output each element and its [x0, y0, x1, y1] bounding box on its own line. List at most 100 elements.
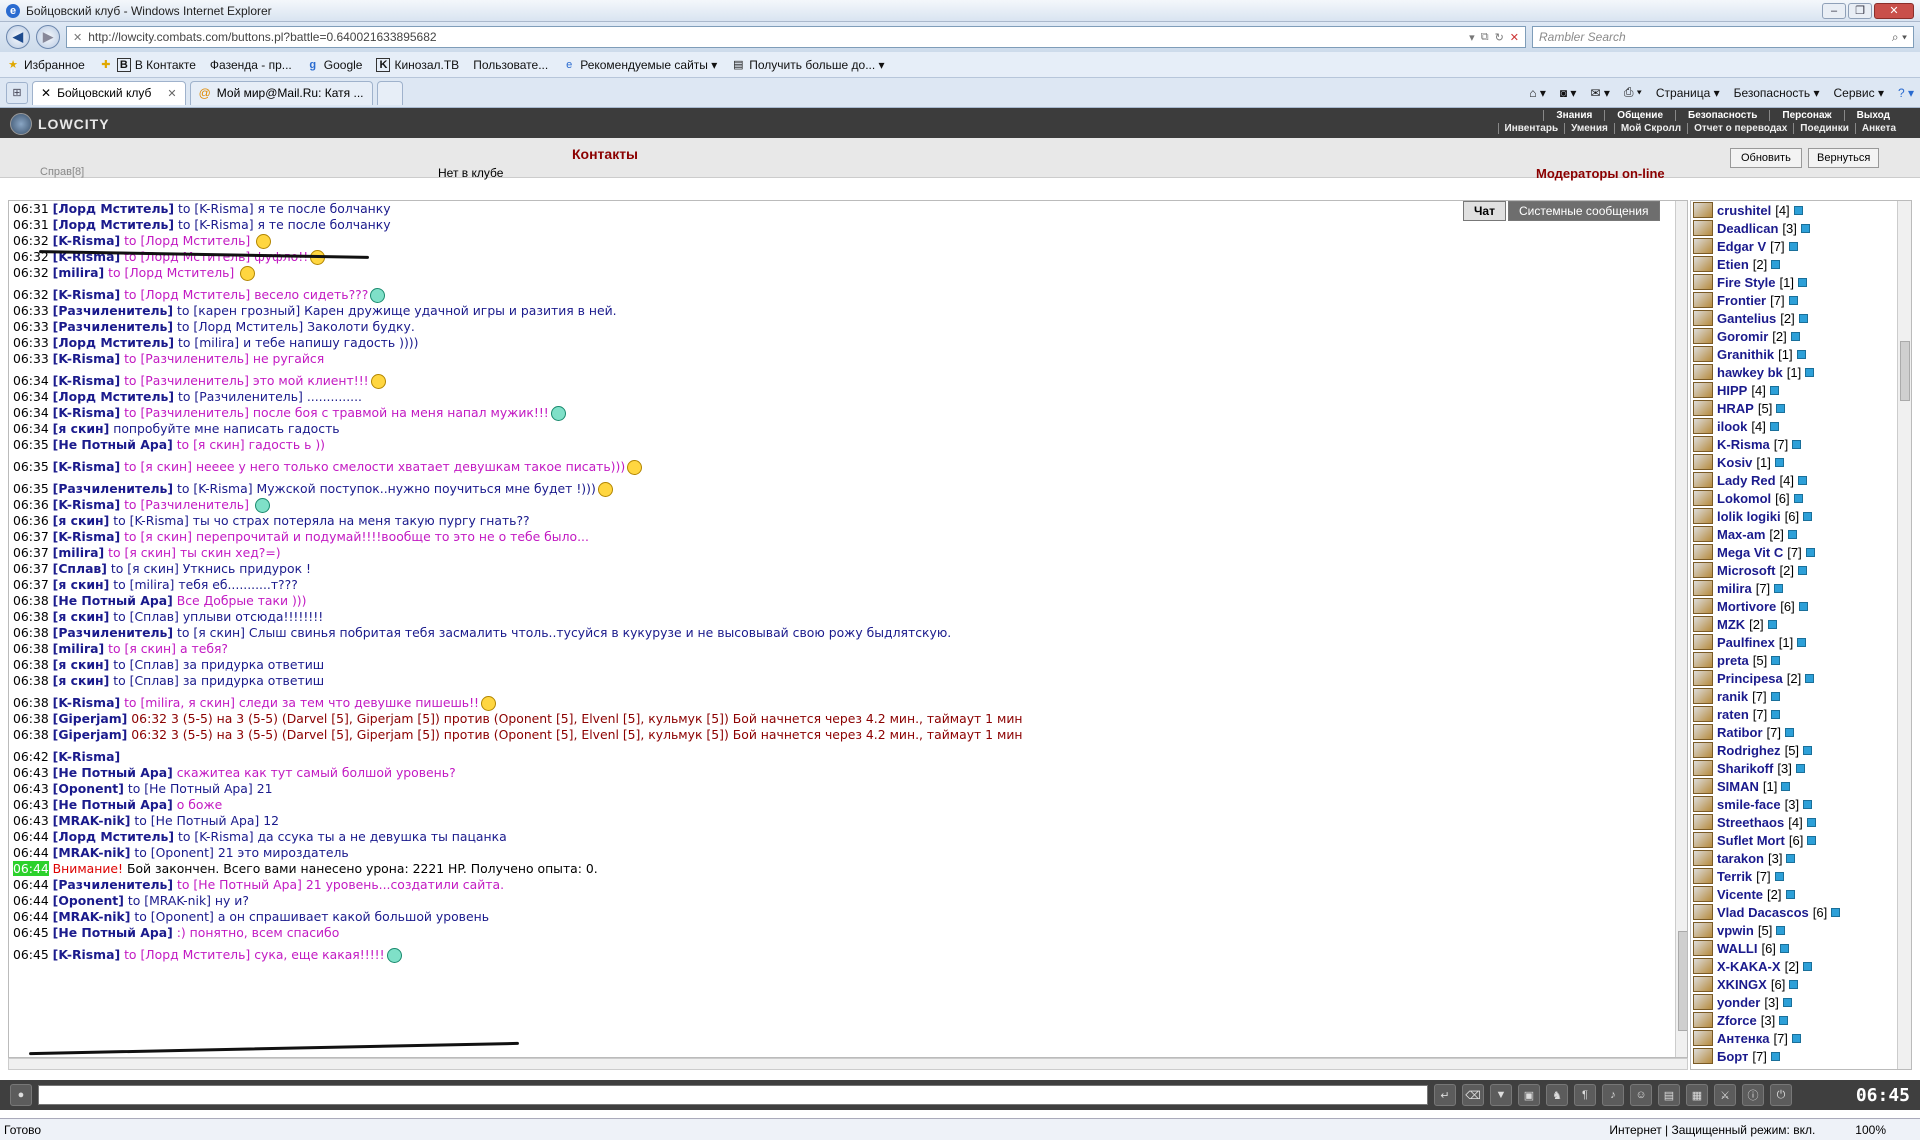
nick-text[interactable]: я скин — [58, 673, 103, 688]
user-info-icon[interactable] — [1789, 979, 1799, 989]
message-recipient[interactable]: [milira] — [194, 335, 239, 350]
nick-text[interactable]: K-Risma — [58, 405, 114, 420]
fighter-icon[interactable]: ♞ — [1546, 1084, 1568, 1106]
message-recipient[interactable]: [я скин] — [140, 529, 192, 544]
page-menu[interactable]: Страница ▾ — [1656, 86, 1720, 100]
message-nick[interactable]: [Лорд Мститель] — [53, 335, 174, 350]
nick-text[interactable]: MRAK-nik — [58, 909, 124, 924]
user-info-icon[interactable] — [1803, 511, 1813, 521]
online-user[interactable]: Granithik [1] — [1691, 345, 1891, 363]
message-nick[interactable]: [Giperjam] — [53, 711, 128, 726]
message-nick[interactable]: [K-Risma] — [53, 287, 120, 302]
nick-text[interactable]: K-Risma — [58, 695, 114, 710]
inventory-icon[interactable]: ▦ — [1686, 1084, 1708, 1106]
chat-scroll-thumb[interactable] — [1678, 931, 1687, 1031]
online-user[interactable]: Max-am [2] — [1691, 525, 1891, 543]
user-name[interactable]: preta — [1717, 653, 1749, 668]
message-recipient[interactable]: [Разчиленитель] — [140, 373, 248, 388]
message-nick[interactable]: [я скин] — [53, 421, 110, 436]
online-user[interactable]: Principesa [2] — [1691, 669, 1891, 687]
search-input[interactable]: Rambler Search ⌕ ▾ — [1532, 26, 1914, 48]
user-name[interactable]: Gantelius — [1717, 311, 1776, 326]
fav-item-recommended[interactable]: e Рекомендуемые сайты ▾ — [562, 58, 717, 72]
message-nick[interactable]: [Разчиленитель] — [53, 303, 173, 318]
user-info-icon[interactable] — [1803, 799, 1813, 809]
online-user[interactable]: Антенка [7] — [1691, 1029, 1891, 1047]
feeds-icon[interactable]: ◙ ▾ — [1560, 86, 1577, 100]
message-nick[interactable]: [я скин] — [53, 577, 110, 592]
user-info-icon[interactable] — [1807, 835, 1817, 845]
user-info-icon[interactable] — [1779, 1015, 1789, 1025]
url-text[interactable]: http://lowcity.combats.com/buttons.pl?ba… — [88, 30, 1463, 44]
nick-text[interactable]: K-Risma — [58, 459, 114, 474]
battle-icon[interactable]: ⚔ — [1714, 1084, 1736, 1106]
online-user[interactable]: Frontier [7] — [1691, 291, 1891, 309]
user-info-icon[interactable] — [1806, 817, 1816, 827]
message-nick[interactable]: [Oponent] — [53, 781, 124, 796]
message-nick[interactable]: [milira] — [53, 265, 104, 280]
online-user[interactable]: Goromir [2] — [1691, 327, 1891, 345]
nick-text[interactable]: Лорд Мститель — [58, 389, 168, 404]
menu-exit[interactable]: Выход — [1843, 110, 1902, 121]
message-recipient[interactable]: [Oponent] — [151, 845, 214, 860]
online-user[interactable]: Борт [7] — [1691, 1047, 1891, 1065]
user-name[interactable]: Principesa — [1717, 671, 1783, 686]
online-user[interactable]: smile-face [3] — [1691, 795, 1891, 813]
message-nick[interactable]: [K-Risma] — [53, 459, 120, 474]
message-recipient[interactable]: [Разчиленитель] — [194, 389, 302, 404]
tab-chat[interactable]: Чат — [1463, 201, 1506, 221]
fav-item-kinozal[interactable]: K Кинозал.ТВ — [376, 57, 459, 72]
user-name[interactable]: Goromir — [1717, 329, 1768, 344]
close-tab-icon[interactable]: ✕ — [167, 87, 176, 100]
user-name[interactable]: Rodrighez — [1717, 743, 1781, 758]
user-info-icon[interactable] — [1787, 529, 1797, 539]
online-user[interactable]: lolik logiki [6] — [1691, 507, 1891, 525]
message-recipient[interactable]: [Лорд Мститель] — [140, 947, 250, 962]
nick-text[interactable]: Разчиленитель — [58, 877, 167, 892]
tab-system-messages[interactable]: Системные сообщения — [1507, 201, 1660, 221]
submenu-scroll[interactable]: Мой Скролл — [1613, 123, 1687, 134]
online-user[interactable]: Streethaos [4] — [1691, 813, 1891, 831]
online-user[interactable]: Mega Vit C [7] — [1691, 543, 1891, 561]
refresh-button[interactable]: Обновить — [1730, 148, 1802, 168]
user-name[interactable]: Ratibor — [1717, 725, 1763, 740]
message-nick[interactable]: [Oponent] — [53, 893, 124, 908]
sound-icon[interactable]: ♪ — [1602, 1084, 1624, 1106]
user-info-icon[interactable] — [1800, 223, 1810, 233]
message-nick[interactable]: [MRAK-nik] — [53, 813, 131, 828]
message-nick[interactable]: [Не Потный Ара] — [53, 593, 173, 608]
zoom-level[interactable]: 100% — [1855, 1123, 1886, 1137]
user-name[interactable]: Zforce — [1717, 1013, 1757, 1028]
online-user[interactable]: XKINGX [6] — [1691, 975, 1891, 993]
user-name[interactable]: Suflet Mort — [1717, 833, 1785, 848]
clear-icon[interactable]: ⌫ — [1462, 1084, 1484, 1106]
user-name[interactable]: Lady Red — [1717, 473, 1776, 488]
nick-text[interactable]: я скин — [58, 577, 103, 592]
user-info-icon[interactable] — [1805, 367, 1815, 377]
online-user[interactable]: Ratibor [7] — [1691, 723, 1891, 741]
message-nick[interactable]: [Лорд Мститель] — [53, 389, 174, 404]
nick-text[interactable]: Не Потный Ара — [58, 765, 167, 780]
nick-text[interactable]: Разчиленитель — [58, 303, 167, 318]
online-user[interactable]: SIMAN [1] — [1691, 777, 1891, 795]
submenu-skills[interactable]: Умения — [1564, 123, 1614, 134]
service-menu[interactable]: Сервис ▾ — [1834, 86, 1884, 100]
online-user[interactable]: Terrik [7] — [1691, 867, 1891, 885]
mail-icon[interactable]: ✉ ▾ — [1590, 86, 1609, 100]
online-user[interactable]: Vicente [2] — [1691, 885, 1891, 903]
message-nick[interactable]: [K-Risma] — [53, 373, 120, 388]
online-user[interactable]: vpwin [5] — [1691, 921, 1891, 939]
nick-text[interactable]: я скин — [58, 421, 103, 436]
user-info-icon[interactable] — [1786, 853, 1796, 863]
scroll-icon[interactable]: ▤ — [1658, 1084, 1680, 1106]
user-info-icon[interactable] — [1774, 871, 1784, 881]
nick-text[interactable]: Oponent — [58, 893, 118, 908]
chat-horizontal-scrollbar[interactable] — [8, 1058, 1688, 1070]
message-recipient[interactable]: [Лорд Мститель] — [193, 319, 303, 334]
user-info-icon[interactable] — [1782, 997, 1792, 1007]
menu-security[interactable]: Безопасность — [1675, 110, 1769, 121]
nick-text[interactable]: Не Потный Ара — [58, 925, 167, 940]
message-nick[interactable]: [MRAK-nik] — [53, 909, 131, 924]
online-scroll-thumb[interactable] — [1900, 341, 1910, 401]
user-name[interactable]: yonder — [1717, 995, 1760, 1010]
